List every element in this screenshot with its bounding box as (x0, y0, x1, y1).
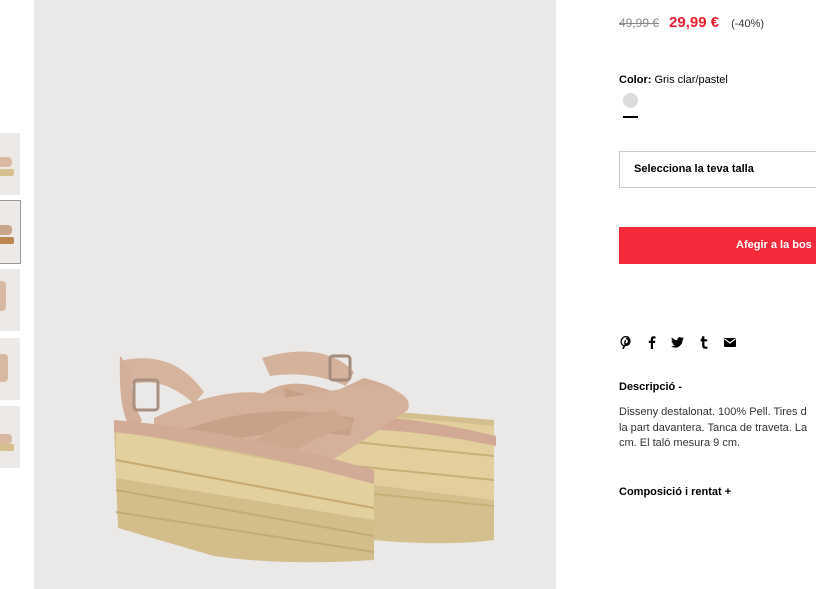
color-label: Color: (619, 74, 652, 86)
description-line: Disseny destalonat. 100% Pell. Tires d (619, 406, 807, 418)
color-value: Gris clar/pastel (654, 74, 728, 86)
thumbnail-2[interactable] (0, 200, 21, 264)
discount-badge: (-40%) (731, 18, 765, 30)
swatch-selected-indicator (623, 116, 638, 118)
color-row: Color: Gris clar/pastel (619, 74, 728, 86)
description-line: la part davantera. Tanca de traveta. La (619, 421, 808, 434)
email-icon[interactable] (723, 336, 736, 349)
share-icons (619, 336, 749, 349)
thumbnail-1[interactable] (0, 133, 20, 195)
product-main-image[interactable] (34, 0, 556, 589)
price-row: 49,99 € 29,99 € (-40%) (619, 14, 764, 31)
color-swatch[interactable] (623, 93, 638, 108)
add-to-bag-button[interactable]: Afegir a la bos (619, 227, 816, 264)
description-text: Disseny destalonat. 100% Pell. Tires d l… (619, 405, 816, 452)
tumblr-icon[interactable] (697, 336, 710, 349)
facebook-icon[interactable] (645, 336, 658, 349)
thumbnail-3[interactable] (0, 269, 20, 331)
thumbnail-strip (0, 0, 22, 589)
twitter-icon[interactable] (671, 336, 684, 349)
size-select[interactable]: Selecciona la teva talla (619, 151, 816, 188)
description-line: cm. El taló mesura 9 cm. (619, 437, 741, 449)
product-info-panel: 49,99 € 29,99 € (-40%) Color: Gris clar/… (619, 0, 816, 589)
sandals-illustration (114, 351, 496, 563)
thumbnail-5[interactable] (0, 406, 20, 468)
description-toggle[interactable]: Descripció - (619, 381, 682, 393)
thumbnail-4[interactable] (0, 338, 20, 400)
composition-toggle[interactable]: Composició i rentat + (619, 486, 731, 498)
sale-price: 29,99 € (669, 14, 720, 31)
pinterest-icon[interactable] (619, 336, 632, 349)
old-price: 49,99 € (619, 16, 660, 30)
